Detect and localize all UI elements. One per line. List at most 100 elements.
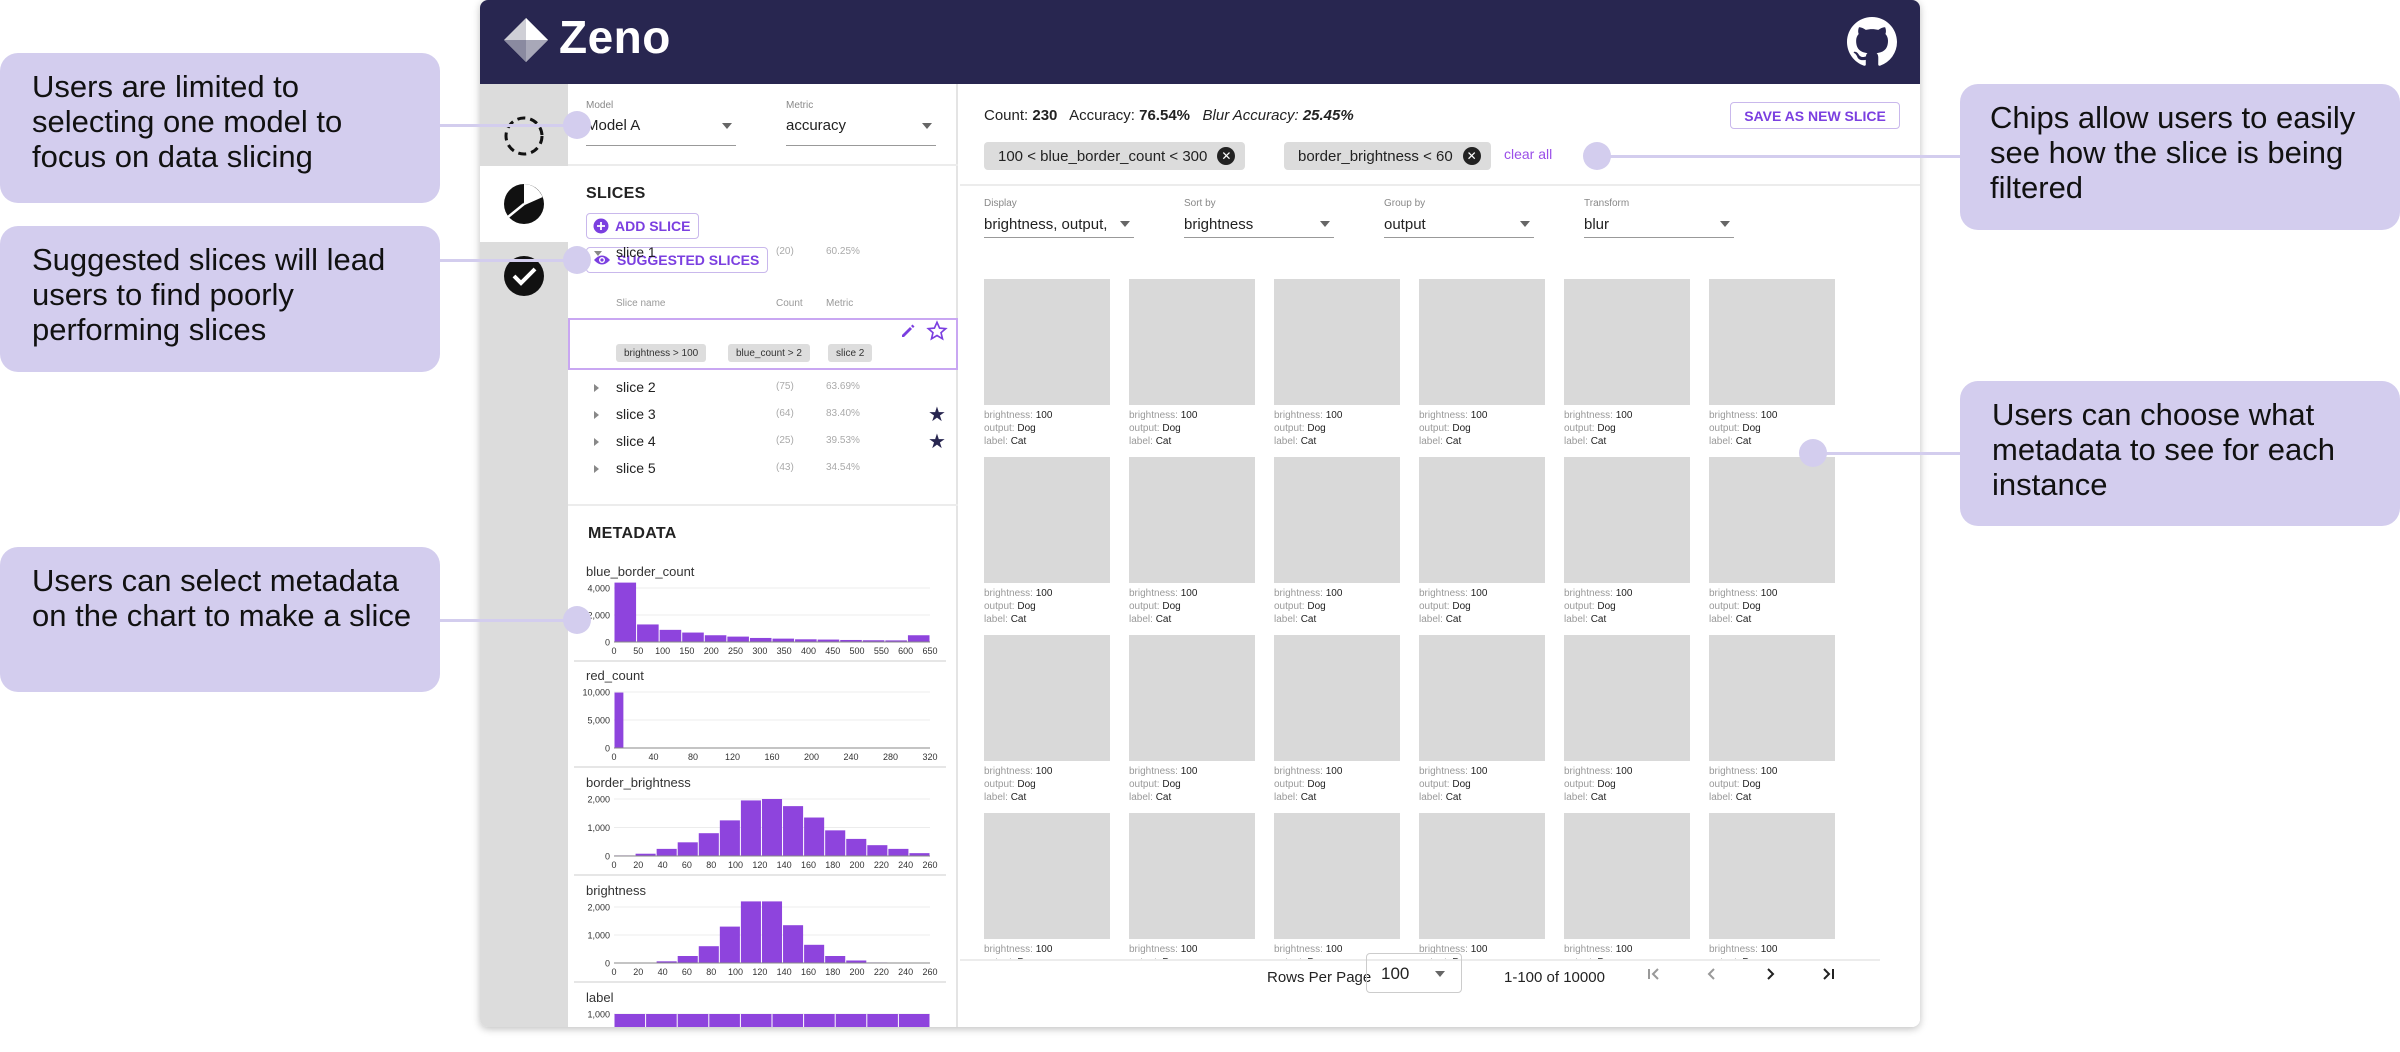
instance-card[interactable]: brightness: 100output: Doglabel: Cat xyxy=(1709,279,1835,457)
histogram-blue-border-count[interactable]: blue_border_count 4,000 2,000 0 0 50 100 150 200… xyxy=(574,564,946,662)
instance-image[interactable] xyxy=(1129,813,1255,939)
histogram-red-count[interactable]: red_count 10,000 5,000 0 0 40 80 120 160 200 240 28… xyxy=(574,668,946,768)
rail-item-model-select[interactable] xyxy=(480,98,568,174)
histogram-bar[interactable] xyxy=(698,946,719,963)
histogram-bar[interactable] xyxy=(698,833,719,856)
filter-chip[interactable]: border_brightness < 60 ✕ xyxy=(1284,142,1491,170)
star-outline-icon[interactable] xyxy=(926,320,948,342)
histogram-bar[interactable] xyxy=(740,901,761,963)
histogram-chart[interactable]: 4,0002,00000 50 100 150 200 250 300 350 400 450 50… xyxy=(574,582,946,662)
instance-image[interactable] xyxy=(1129,635,1255,761)
instance-card[interactable]: brightness: 100output: Doglabel: Cat xyxy=(1564,635,1690,813)
close-icon[interactable]: ✕ xyxy=(1217,147,1236,165)
prev-page-button[interactable] xyxy=(1700,962,1724,986)
histogram-bar[interactable] xyxy=(614,692,624,748)
slice-row-5[interactable]: slice 5 (43) 34.54% xyxy=(568,455,958,482)
histogram-bar[interactable] xyxy=(677,1014,709,1027)
histogram-chart[interactable]: 2,000 1,000 00 20 40 60 80 100 120 140 160 180 200 22… xyxy=(574,901,946,983)
github-icon[interactable] xyxy=(1847,17,1897,67)
histogram-label[interactable]: label 1,000 xyxy=(574,990,946,1027)
histogram-chart[interactable]: 10,000 5,000 00 40 80 120 160 200 240 280 320 xyxy=(574,686,946,768)
instance-image[interactable] xyxy=(1709,813,1835,939)
last-page-button[interactable] xyxy=(1816,962,1840,986)
instance-card[interactable]: brightness: 100output: Doglabel: Cat xyxy=(1274,813,1400,959)
histogram-bar[interactable] xyxy=(804,1014,835,1027)
instance-image[interactable] xyxy=(1564,457,1690,583)
histogram-bar[interactable] xyxy=(704,635,727,642)
histogram-bar[interactable] xyxy=(740,1014,772,1027)
histogram-bar[interactable] xyxy=(907,635,930,642)
slice-row-1[interactable]: slice 1 (20) 60.25% xyxy=(568,239,958,266)
instance-card[interactable]: brightness: 100output: Doglabel: Cat xyxy=(984,279,1110,457)
histogram-bar[interactable] xyxy=(749,637,772,642)
instance-card[interactable]: brightness: 100output: Doglabel: Cat xyxy=(1709,457,1835,635)
save-as-new-slice-button[interactable]: SAVE AS NEW SLICE xyxy=(1730,102,1900,129)
instance-image[interactable] xyxy=(1419,813,1545,939)
instance-image[interactable] xyxy=(984,279,1110,405)
histogram-bar[interactable] xyxy=(682,632,704,642)
rows-per-page-select[interactable]: 100 xyxy=(1366,953,1462,993)
histogram-bar[interactable] xyxy=(772,638,795,642)
instance-image[interactable] xyxy=(1419,635,1545,761)
instance-card[interactable]: brightness: 100output: Doglabel: Cat xyxy=(1274,279,1400,457)
star-filled-icon[interactable]: ★ xyxy=(928,405,946,425)
histogram-bar[interactable] xyxy=(888,848,909,856)
chevron-right-icon[interactable] xyxy=(594,438,599,446)
histogram-bar[interactable] xyxy=(656,848,677,856)
histogram-bar[interactable] xyxy=(719,820,740,856)
histogram-bar[interactable] xyxy=(898,1014,930,1027)
sort-select[interactable]: Sort by brightness xyxy=(1184,198,1334,238)
histogram-bar[interactable] xyxy=(867,1014,898,1027)
instance-image[interactable] xyxy=(1274,635,1400,761)
histogram-bar[interactable] xyxy=(783,806,804,856)
close-icon[interactable]: ✕ xyxy=(1462,147,1481,165)
instance-image[interactable] xyxy=(1129,279,1255,405)
histogram-bar[interactable] xyxy=(727,636,749,642)
histogram-bar[interactable] xyxy=(835,1014,867,1027)
instance-image[interactable] xyxy=(1564,635,1690,761)
histogram-bar[interactable] xyxy=(719,926,740,963)
histogram-bar[interactable] xyxy=(677,842,698,856)
metric-select[interactable]: Metric accuracy xyxy=(786,100,936,146)
histogram-bar[interactable] xyxy=(825,956,846,963)
instance-image[interactable] xyxy=(1419,457,1545,583)
instance-image[interactable] xyxy=(1709,635,1835,761)
transform-select[interactable]: Transform blur xyxy=(1584,198,1734,238)
instance-image[interactable] xyxy=(1709,279,1835,405)
chevron-down-icon[interactable] xyxy=(594,251,602,256)
instance-card[interactable]: brightness: 100output: Doglabel: Cat xyxy=(1419,457,1545,635)
histogram-brightness[interactable]: brightness 2,000 1,000 0 0 20 40 60 80 100 120 140 1… xyxy=(574,883,946,983)
histogram-bar[interactable] xyxy=(761,799,783,856)
instance-image[interactable] xyxy=(984,635,1110,761)
histogram-bar[interactable] xyxy=(761,901,783,963)
instance-image[interactable] xyxy=(1564,813,1690,939)
group-select[interactable]: Group by output xyxy=(1384,198,1534,238)
instance-card[interactable]: brightness: 100output: Doglabel: Cat xyxy=(984,457,1110,635)
instance-card[interactable]: brightness: 100output: Doglabel: Cat xyxy=(1274,635,1400,813)
instance-card[interactable]: brightness: 100output: Doglabel: Cat xyxy=(1419,813,1545,959)
instance-card[interactable]: brightness: 100output: Doglabel: Cat xyxy=(984,635,1110,813)
rail-item-exploration[interactable] xyxy=(480,166,568,242)
histogram-bar[interactable] xyxy=(637,624,659,642)
instance-card[interactable]: brightness: 100output: Doglabel: Cat xyxy=(1129,813,1255,959)
instance-image[interactable] xyxy=(1564,279,1690,405)
instance-image[interactable] xyxy=(984,813,1110,939)
histogram-bar[interactable] xyxy=(677,956,698,963)
instance-card[interactable]: brightness: 100output: Doglabel: Cat xyxy=(1419,635,1545,813)
histogram-chart[interactable]: 1,000 xyxy=(574,1008,946,1027)
instance-card[interactable]: brightness: 100output: Doglabel: Cat xyxy=(1564,457,1690,635)
slice-row-4[interactable]: slice 4 (25) 39.53% ★ xyxy=(568,428,958,455)
instance-image[interactable] xyxy=(1274,279,1400,405)
instance-image[interactable] xyxy=(984,457,1110,583)
model-select[interactable]: Model Model A xyxy=(586,100,736,146)
histogram-bar[interactable] xyxy=(614,582,637,642)
chevron-right-icon[interactable] xyxy=(594,465,599,473)
histogram-bar[interactable] xyxy=(783,925,804,963)
next-page-button[interactable] xyxy=(1758,962,1782,986)
histogram-bar[interactable] xyxy=(772,1014,804,1027)
pencil-icon[interactable] xyxy=(899,322,917,340)
instance-card[interactable]: brightness: 100output: Doglabel: Cat xyxy=(1709,635,1835,813)
display-select[interactable]: Display brightness, output, l xyxy=(984,198,1134,238)
histogram-bar[interactable] xyxy=(804,817,825,856)
histogram-bar[interactable] xyxy=(804,944,825,963)
